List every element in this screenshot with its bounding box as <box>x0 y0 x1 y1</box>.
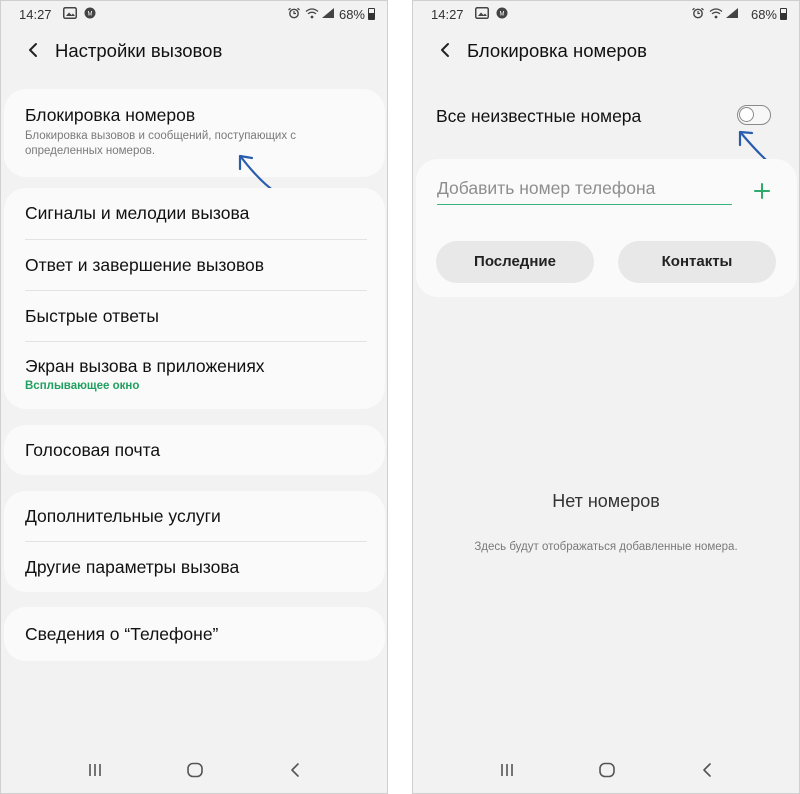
settings-item-label: Экран вызова в приложениях <box>25 356 265 376</box>
phone-number-input[interactable] <box>437 173 732 205</box>
unknown-numbers-toggle[interactable] <box>737 105 771 125</box>
status-bar: 14:27 M 68% <box>1 1 387 29</box>
wifi-icon <box>305 8 319 19</box>
settings-item-label: Ответ и завершение вызовов <box>25 255 265 275</box>
empty-state-title: Нет номеров <box>552 491 660 511</box>
navigation-bar <box>1 749 387 793</box>
settings-item-answer-end[interactable]: Ответ и завершение вызовов <box>4 240 385 290</box>
settings-item-label: Другие параметры вызова <box>25 557 240 577</box>
block-numbers-subtitle: Блокировка вызовов и сообщений, поступаю… <box>25 130 297 157</box>
block-numbers-card[interactable]: Блокировка номеров Блокировка вызовов и … <box>4 89 385 177</box>
battery-icon <box>368 8 375 20</box>
unknown-numbers-row[interactable]: Все неизвестные номера <box>413 89 799 145</box>
status-battery: 68% <box>750 7 777 22</box>
app-header: Блокировка номеров <box>413 31 799 71</box>
svg-text:M: M <box>500 12 505 18</box>
settings-item-label: Сигналы и мелодии вызова <box>25 203 250 223</box>
navigation-bar <box>413 749 799 793</box>
call-settings-group-more: Дополнительные услуги Другие параметры в… <box>4 491 385 592</box>
settings-item-label: Дополнительные услуги <box>25 506 221 526</box>
call-settings-group: Сигналы и мелодии вызова Ответ и заверше… <box>4 188 385 409</box>
empty-state-subtitle: Здесь будут отображаться добавленные ном… <box>474 541 738 553</box>
page-title: Настройки вызовов <box>55 40 223 61</box>
svg-text:M: M <box>88 12 93 18</box>
phone-screen-call-settings: 14:27 M 68% Настройки вызовов Блокировка… <box>0 0 388 794</box>
home-nav-icon[interactable] <box>184 759 206 781</box>
gallery-icon <box>63 7 77 19</box>
contacts-button[interactable]: Контакты <box>618 241 776 283</box>
settings-item-quick-replies[interactable]: Быстрые ответы <box>4 291 385 341</box>
back-icon[interactable] <box>23 39 45 61</box>
alarm-icon <box>692 7 704 19</box>
gallery-icon <box>475 7 489 19</box>
block-numbers-title: Блокировка номеров <box>25 105 196 125</box>
settings-item-supplementary[interactable]: Дополнительные услуги <box>4 491 385 541</box>
back-nav-icon[interactable] <box>284 759 306 781</box>
recents-nav-icon[interactable] <box>496 759 518 781</box>
recent-button[interactable]: Последние <box>436 241 594 283</box>
battery-icon <box>780 8 787 20</box>
status-battery: 68% <box>338 7 365 22</box>
back-icon[interactable] <box>435 39 457 61</box>
status-bar: 14:27 M 68% <box>413 1 799 29</box>
toggle-knob <box>739 107 754 122</box>
app-header: Настройки вызовов <box>1 31 387 71</box>
signal-icon <box>726 8 738 18</box>
settings-item-value: Всплывающее окно <box>25 380 140 392</box>
settings-item-label: Быстрые ответы <box>25 306 159 326</box>
wifi-icon <box>709 8 723 19</box>
settings-item-ringtones[interactable]: Сигналы и мелодии вызова <box>4 188 385 239</box>
signal-icon <box>322 8 334 18</box>
unknown-numbers-label: Все неизвестные номера <box>436 106 642 126</box>
status-time: 14:27 <box>19 7 52 22</box>
recents-nav-icon[interactable] <box>84 759 106 781</box>
settings-item-call-display[interactable]: Экран вызова в приложениях Всплывающее о… <box>4 342 385 409</box>
settings-item-voicemail[interactable]: Голосовая почта <box>4 425 385 475</box>
notification-icon: M <box>496 7 508 19</box>
alarm-icon <box>288 7 300 19</box>
page-title: Блокировка номеров <box>467 40 647 61</box>
plus-icon[interactable] <box>752 181 772 201</box>
status-time: 14:27 <box>431 7 464 22</box>
settings-item-other-call-settings[interactable]: Другие параметры вызова <box>4 542 385 592</box>
notification-icon: M <box>84 7 96 19</box>
phone-screen-block-numbers: 14:27 M 68% Блокировка номеров Все неизв… <box>412 0 800 794</box>
add-number-card: Последние Контакты <box>416 159 797 297</box>
settings-item-label: Сведения о “Телефоне” <box>25 624 219 644</box>
settings-item-about-phone[interactable]: Сведения о “Телефоне” <box>4 607 385 661</box>
home-nav-icon[interactable] <box>596 759 618 781</box>
back-nav-icon[interactable] <box>696 759 718 781</box>
settings-item-label: Голосовая почта <box>25 440 161 460</box>
